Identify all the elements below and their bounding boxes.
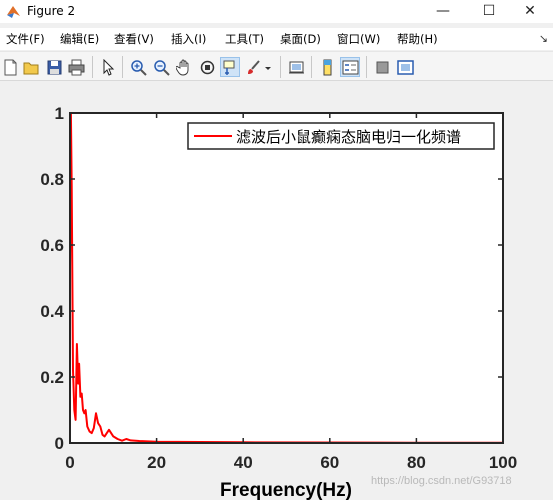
save-icon [47,60,61,74]
open-file-button[interactable] [21,57,41,77]
legend-icon [342,60,358,74]
brush-button[interactable] [243,57,263,77]
menu-edit[interactable]: 编辑(E) [60,30,99,48]
x-tick-label: 20 [147,453,166,472]
y-tick-label: 0 [55,434,64,453]
hide-plot-tools-button[interactable] [372,57,392,77]
chevron-down-icon [265,66,271,70]
data-cursor-button[interactable] [220,57,240,77]
colorbar-button[interactable] [317,57,337,77]
plot-area-background [70,113,503,443]
toolbar-separator [280,56,281,78]
zoom-in-button[interactable] [128,57,148,77]
x-tick-label: 40 [234,453,253,472]
x-tick-label: 100 [489,453,517,472]
data-cursor-icon [223,60,234,75]
y-tick-label: 0.2 [40,368,64,387]
pan-hand-icon [175,59,188,75]
print-icon [68,59,84,75]
menu-insert[interactable]: 插入(I) [171,30,206,48]
figure-toolbar [0,51,553,81]
menu-view[interactable]: 查看(V) [114,30,154,48]
zoom-out-icon [153,59,170,76]
save-button[interactable] [44,57,64,77]
toolbar-separator [92,56,93,78]
zoom-in-icon [130,59,147,76]
link-plot-button[interactable] [286,57,306,77]
print-button[interactable] [66,57,86,77]
show-plot-tools-icon [396,59,414,75]
y-tick-label: 0.6 [40,236,64,255]
brush-dropdown-button[interactable] [262,57,274,77]
edit-plot-arrow-icon [103,58,114,76]
show-plot-tools-button[interactable] [395,57,415,77]
menu-bar: 文件(F) 编辑(E) 查看(V) 插入(I) 工具(T) 桌面(D) 窗口(W… [0,28,553,50]
legend-label: 滤波后小鼠癫痫态脑电归一化频谱 [236,128,461,146]
dock-arrow-icon[interactable]: ↘ [539,32,548,45]
link-plot-icon [288,61,304,73]
toolbar-separator [366,56,367,78]
y-tick-label: 1 [55,104,64,123]
rotate-button[interactable] [197,57,217,77]
window-title: Figure 2 [27,4,76,18]
open-file-icon [23,62,38,74]
new-figure-icon [4,59,16,75]
minimize-button[interactable]: — [420,0,466,23]
menu-desktop[interactable]: 桌面(D) [280,30,321,48]
edit-plot-button[interactable] [98,57,118,77]
new-figure-button[interactable] [0,57,20,77]
menu-file[interactable]: 文件(F) [6,30,45,48]
window-title-bar: Figure 2 — ☐ ✕ [0,0,553,23]
x-tick-label: 60 [320,453,339,472]
colorbar-icon [323,59,331,75]
pan-button[interactable] [174,57,194,77]
zoom-out-button[interactable] [151,57,171,77]
x-tick-label: 0 [65,453,74,472]
menu-tools[interactable]: 工具(T) [225,30,264,48]
y-tick-label: 0.4 [40,302,64,321]
matlab-logo-icon [7,6,20,18]
chart: 0 20 40 60 80 100 0 0.2 0.4 0.6 0.8 1 滤波后小鼠癫痫态脑电归一化… [40,104,517,500]
hide-plot-tools-icon [376,61,388,73]
y-tick-label: 0.8 [40,170,64,189]
legend: 滤波后小鼠癫痫态脑电归一化频谱 [187,122,495,150]
legend-button[interactable] [340,57,360,77]
menu-window[interactable]: 窗口(W) [337,30,380,48]
x-axis-label: Frequency(Hz) [220,480,352,500]
maximize-button[interactable]: ☐ [466,0,512,23]
toolbar-separator [311,56,312,78]
menu-help[interactable]: 帮助(H) [397,30,438,48]
brush-icon [247,59,260,74]
x-tick-label: 80 [407,453,426,472]
watermark: https://blog.csdn.net/G93718 [371,475,512,487]
close-button[interactable]: ✕ [507,0,553,23]
rotate-3d-icon [200,60,214,74]
figure-canvas: 0 20 40 60 80 100 0 0.2 0.4 0.6 0.8 1 滤波后小鼠癫痫态脑电归一化… [0,82,553,500]
toolbar-separator [122,56,123,78]
